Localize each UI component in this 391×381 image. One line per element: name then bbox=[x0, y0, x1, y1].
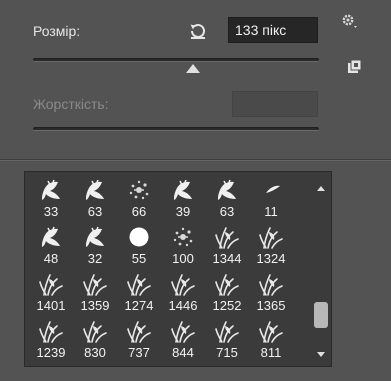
size-slider-track[interactable] bbox=[33, 58, 319, 62]
hardness-label: Жорсткість: bbox=[33, 96, 109, 112]
brush-preset-panel: Розмір: 133 пікс Жорсткість: 33 63 66 39 63 1… bbox=[0, 0, 391, 381]
brush-size-label: 1401 bbox=[36, 298, 66, 313]
brush-tip-grass-icon bbox=[215, 227, 239, 249]
brush-size-label: 1365 bbox=[256, 298, 286, 313]
brush-tip-grass-icon bbox=[127, 274, 151, 296]
brush-size-label: 1446 bbox=[168, 298, 198, 313]
section-divider bbox=[0, 159, 391, 161]
brush-preset-1252[interactable]: 1252 bbox=[205, 268, 249, 315]
brush-preset-1401[interactable]: 1401 bbox=[29, 268, 73, 315]
brush-tip-leaf-icon bbox=[86, 226, 104, 247]
brush-tip-grass-icon bbox=[83, 321, 107, 343]
brush-preset-100[interactable]: 100 bbox=[161, 221, 205, 268]
brush-size-label: 1252 bbox=[212, 298, 242, 313]
brush-size-label: 830 bbox=[84, 345, 106, 360]
brush-tip-grass-icon bbox=[83, 274, 107, 296]
brush-size-label: 1239 bbox=[36, 345, 66, 360]
brush-preset-48[interactable]: 48 bbox=[29, 221, 73, 268]
brush-tip-grass-icon bbox=[39, 321, 63, 343]
brush-tip-grass-icon bbox=[171, 321, 195, 343]
brush-preset-737[interactable]: 737 bbox=[117, 315, 161, 362]
brush-size-label: 32 bbox=[87, 251, 103, 266]
brush-size-label: 100 bbox=[172, 251, 194, 266]
brush-tip-grass-icon bbox=[259, 321, 283, 343]
size-label: Розмір: bbox=[33, 23, 81, 39]
brush-tip-leaf-icon bbox=[42, 226, 60, 247]
brush-preset-11[interactable]: 11 bbox=[249, 174, 293, 221]
brush-size-label: 39 bbox=[175, 204, 191, 219]
brush-preset-66[interactable]: 66 bbox=[117, 174, 161, 221]
brush-size-label: 811 bbox=[260, 345, 282, 360]
brush-preset-1365[interactable]: 1365 bbox=[249, 268, 293, 315]
scroll-down-arrow-icon[interactable] bbox=[317, 352, 325, 357]
brush-preset-32[interactable]: 32 bbox=[73, 221, 117, 268]
brush-preset-715[interactable]: 715 bbox=[205, 315, 249, 362]
brush-preset-55[interactable]: 55 bbox=[117, 221, 161, 268]
brush-preset-1274[interactable]: 1274 bbox=[117, 268, 161, 315]
brush-tip-splatter-icon bbox=[173, 227, 193, 247]
brush-preset-63[interactable]: 63 bbox=[73, 174, 117, 221]
new-preset-icon[interactable] bbox=[347, 60, 361, 74]
brush-tip-stroke-icon bbox=[266, 185, 280, 193]
size-slider-thumb[interactable] bbox=[186, 64, 201, 73]
brush-size-label: 66 bbox=[131, 204, 147, 219]
brush-size-label: 63 bbox=[87, 204, 103, 219]
brush-tip-leaf-icon bbox=[174, 179, 192, 200]
brush-size-label: 737 bbox=[128, 345, 150, 360]
reset-icon[interactable] bbox=[188, 21, 208, 41]
brush-size-label: 48 bbox=[43, 251, 59, 266]
brush-tip-leaf-icon bbox=[42, 179, 60, 200]
brush-size-label: 63 bbox=[219, 204, 235, 219]
brush-preset-33[interactable]: 33 bbox=[29, 174, 73, 221]
hardness-slider-track bbox=[33, 127, 319, 131]
brush-preset-1344[interactable]: 1344 bbox=[205, 221, 249, 268]
hardness-input bbox=[232, 91, 318, 117]
gear-icon[interactable] bbox=[340, 12, 358, 30]
brush-tip-grass-icon bbox=[171, 274, 195, 296]
brush-tip-leaf-icon bbox=[218, 179, 236, 200]
brush-preset-63[interactable]: 63 bbox=[205, 174, 249, 221]
brush-tip-splatter-icon bbox=[129, 180, 149, 200]
brush-grid-content: 33 63 66 39 63 11 48 32 55 100 1344 1324 1401 1359 127… bbox=[25, 172, 311, 366]
brush-size-label: 55 bbox=[131, 251, 147, 266]
brush-settings: Розмір: 133 пікс Жорсткість: bbox=[0, 0, 391, 160]
scrollbar[interactable] bbox=[311, 172, 331, 366]
brush-tip-grass-icon bbox=[39, 274, 63, 296]
brush-size-label: 1324 bbox=[256, 251, 286, 266]
brush-tip-grass-icon bbox=[259, 227, 283, 249]
brush-grid: 33 63 66 39 63 11 48 32 55 100 1344 1324 1401 1359 127… bbox=[24, 171, 332, 367]
size-input[interactable]: 133 пікс bbox=[228, 17, 318, 43]
scroll-up-arrow-icon[interactable] bbox=[317, 186, 325, 191]
brush-preset-39[interactable]: 39 bbox=[161, 174, 205, 221]
brush-preset-1359[interactable]: 1359 bbox=[73, 268, 117, 315]
brush-size-label: 715 bbox=[216, 345, 238, 360]
brush-tip-leaf-icon bbox=[86, 179, 104, 200]
brush-preset-1446[interactable]: 1446 bbox=[161, 268, 205, 315]
brush-tip-round-icon bbox=[129, 227, 149, 247]
brush-tip-grass-icon bbox=[127, 321, 151, 343]
brush-tip-grass-icon bbox=[215, 274, 239, 296]
brush-tip-grass-icon bbox=[215, 321, 239, 343]
brush-preset-811[interactable]: 811 bbox=[249, 315, 293, 362]
brush-size-label: 1359 bbox=[80, 298, 110, 313]
brush-preset-830[interactable]: 830 bbox=[73, 315, 117, 362]
panel-bottom bbox=[0, 369, 391, 381]
brush-size-label: 33 bbox=[43, 204, 59, 219]
brush-preset-1324[interactable]: 1324 bbox=[249, 221, 293, 268]
brush-size-label: 1344 bbox=[212, 251, 242, 266]
brush-tip-grass-icon bbox=[259, 274, 283, 296]
brush-preset-844[interactable]: 844 bbox=[161, 315, 205, 362]
brush-preset-1239[interactable]: 1239 bbox=[29, 315, 73, 362]
brush-size-label: 1274 bbox=[124, 298, 154, 313]
brush-size-label: 844 bbox=[172, 345, 194, 360]
brush-size-label: 11 bbox=[264, 204, 278, 219]
scroll-thumb[interactable] bbox=[314, 302, 328, 328]
